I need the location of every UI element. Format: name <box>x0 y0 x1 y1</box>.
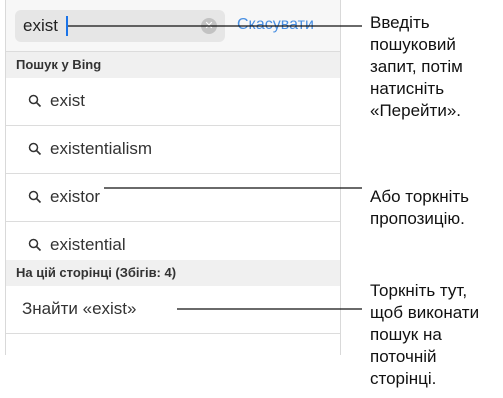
callout-search: Введіть пошуковий запит, потім натисніть… <box>370 13 463 120</box>
callout-suggestion: Або торкніть пропозицію. <box>370 187 470 228</box>
callout-find: Торкніть тут, щоб виконати пошук на пото… <box>370 281 480 388</box>
